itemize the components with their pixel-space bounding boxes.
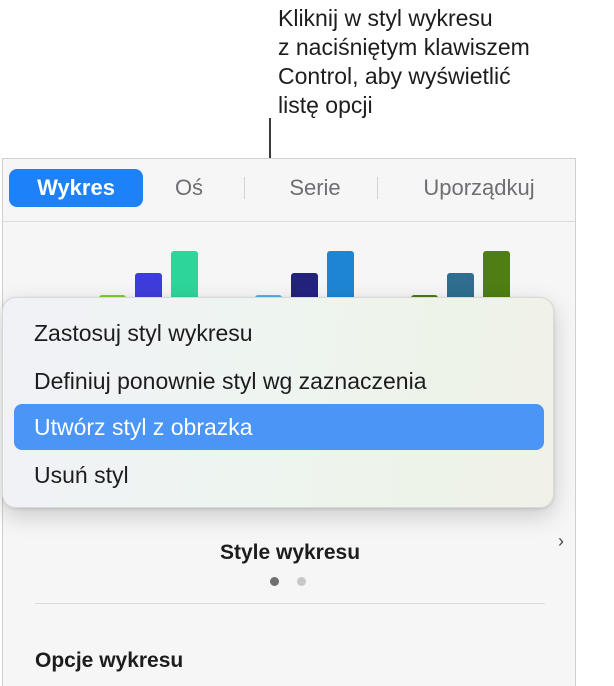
menu-item-apply-style[interactable]: Zastosuj styl wykresu	[14, 310, 544, 356]
thumbnail-bar	[135, 273, 162, 299]
chart-style-thumbnail-3[interactable]	[411, 229, 571, 299]
menu-item-create-style-from-image[interactable]: Utwórz styl z obrazka	[14, 404, 544, 450]
chart-options-title: Opcje wykresu	[35, 649, 184, 672]
tab-separator	[377, 177, 378, 199]
menu-item-redefine-style[interactable]: Definiuj ponownie styl wg zaznaczenia	[14, 358, 544, 404]
thumbnail-bar	[291, 273, 318, 299]
tab-serie[interactable]: Serie	[271, 169, 359, 207]
chart-styles-title: Style wykresu	[219, 541, 361, 564]
page-indicator-dot[interactable]	[297, 577, 306, 586]
section-divider	[35, 603, 545, 604]
tab-separator	[244, 177, 245, 199]
thumbnail-bar	[327, 251, 354, 299]
tab-uporzadkuj[interactable]: Uporządkuj	[397, 169, 561, 207]
thumbnail-bar	[171, 251, 198, 299]
page-indicator-dot-active[interactable]	[270, 577, 279, 586]
callout-text: Kliknij w styl wykresu z naciśniętym kla…	[278, 5, 530, 118]
context-menu: Zastosuj styl wykresu Definiuj ponownie …	[2, 297, 554, 508]
tab-os[interactable]: Oś	[157, 169, 221, 207]
tab-bar: Wykres Oś Serie Uporządkuj	[9, 169, 569, 207]
thumbnail-bar	[447, 273, 474, 299]
chart-style-thumbnail-1[interactable]	[99, 229, 259, 299]
chart-style-thumbnail-2[interactable]	[255, 229, 415, 299]
tab-wykres[interactable]: Wykres	[9, 169, 143, 207]
thumbnail-bar	[483, 251, 510, 299]
tab-divider	[3, 221, 575, 222]
menu-item-delete-style[interactable]: Usuń styl	[14, 452, 544, 498]
